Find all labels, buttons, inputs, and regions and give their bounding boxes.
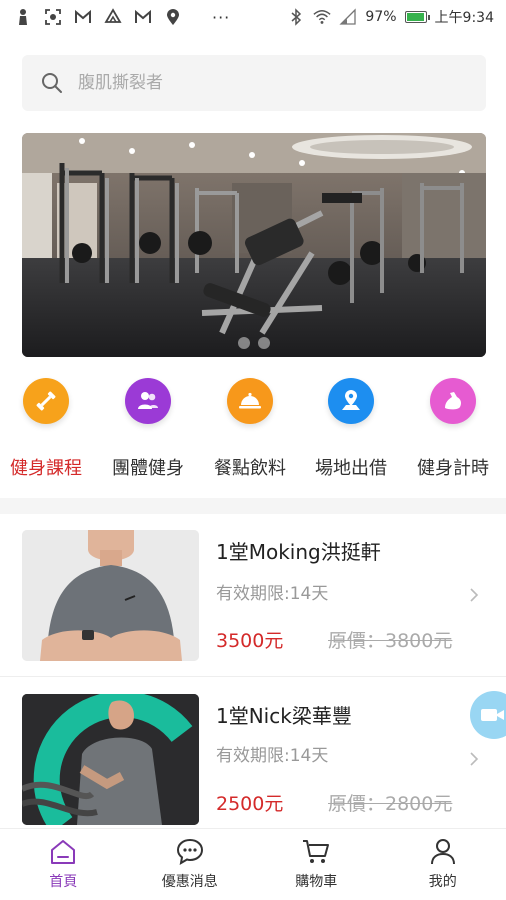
category-fitness-timer[interactable]: 健身計時 — [403, 378, 503, 480]
notification-icons: ··· — [14, 8, 230, 27]
product-original-price: 原價：2800元 — [328, 793, 453, 815]
status-bar: ··· 97% 上午9:34 — [0, 0, 506, 34]
search-bar[interactable] — [22, 55, 486, 111]
app-screen: ··· 97% 上午9:34 腹肌撕裂者 健身課程 團體健身 餐點飲料 場地出借… — [0, 0, 506, 900]
category-label: 餐點飲料 — [214, 458, 286, 479]
battery-percent: 97% — [365, 9, 397, 25]
tab-profile[interactable]: 我的 — [380, 829, 506, 900]
trainer-photo — [22, 694, 199, 825]
category-venue-rental[interactable]: 場地出借 — [301, 378, 401, 480]
message-icon — [176, 838, 203, 865]
category-group-fitness[interactable]: 團體健身 — [98, 378, 198, 480]
signal-icon — [339, 8, 357, 25]
more-dots: ··· — [212, 7, 231, 27]
video-camera-icon — [481, 709, 504, 721]
product-price: 3500元 — [216, 630, 284, 652]
system-icons: 97% 上午9:34 — [287, 7, 494, 27]
category-nav: 健身課程 團體健身 餐點飲料 場地出借 健身計時 — [0, 378, 506, 480]
product-price: 2500元 — [216, 793, 284, 815]
dumbbell-icon — [23, 378, 69, 424]
drive-icon — [104, 8, 122, 23]
chevron-right-icon — [470, 752, 479, 766]
location-pin-icon — [167, 9, 179, 25]
clock: 上午9:34 — [434, 10, 494, 26]
category-food-drink[interactable]: 餐點飲料 — [200, 378, 300, 480]
carousel-dot[interactable] — [238, 337, 250, 349]
product-original-price: 原價：3800元 — [328, 630, 453, 652]
category-fitness-course[interactable]: 健身課程 — [0, 378, 96, 480]
banner-carousel[interactable] — [22, 133, 486, 357]
product-item[interactable]: 1堂Nick梁華豐 有效期限:14天 2500元 原價：2800元 — [0, 694, 506, 834]
group-icon — [125, 378, 171, 424]
trainer-photo — [22, 530, 199, 661]
gmail-icon-2 — [135, 9, 151, 23]
tab-label: 首頁 — [49, 874, 78, 890]
product-name: 1堂Nick梁華豐 — [216, 704, 352, 728]
bottom-tab-bar: 首頁 優惠消息 購物車 我的 — [0, 828, 506, 900]
gmail-icon — [75, 9, 91, 23]
product-name: 1堂Moking洪挺軒 — [216, 540, 381, 564]
bluetooth-icon — [291, 8, 302, 26]
gym-banner-image — [22, 133, 486, 357]
wifi-icon — [313, 9, 331, 24]
product-validity: 有效期限:14天 — [216, 746, 329, 766]
muscle-icon — [430, 378, 476, 424]
list-separator — [0, 676, 506, 677]
section-divider — [0, 498, 506, 514]
person-icon — [19, 9, 27, 25]
screenshot-icon — [45, 9, 61, 25]
product-item[interactable]: 1堂Moking洪挺軒 有效期限:14天 3500元 原價：3800元 — [0, 530, 506, 670]
tab-label: 我的 — [428, 874, 457, 890]
tab-label: 優惠消息 — [161, 874, 218, 890]
search-icon — [42, 73, 62, 93]
product-validity: 有效期限:14天 — [216, 584, 329, 604]
tab-label: 購物車 — [295, 874, 338, 890]
carousel-dot[interactable] — [258, 337, 270, 349]
food-tray-icon — [227, 378, 273, 424]
cart-icon — [303, 840, 330, 863]
carousel-dots — [238, 337, 270, 349]
user-icon — [430, 839, 455, 865]
location-icon — [328, 378, 374, 424]
category-label: 健身課程 — [10, 458, 82, 479]
category-label: 健身計時 — [417, 458, 489, 479]
battery-icon — [404, 11, 430, 23]
category-label: 場地出借 — [315, 458, 387, 479]
search-input[interactable] — [78, 73, 438, 93]
tab-home[interactable]: 首頁 — [0, 829, 127, 900]
tab-promotions[interactable]: 優惠消息 — [127, 829, 254, 900]
chevron-right-icon — [470, 588, 479, 602]
category-label: 團體健身 — [112, 458, 184, 479]
tab-cart[interactable]: 購物車 — [253, 829, 380, 900]
home-icon — [51, 840, 76, 864]
